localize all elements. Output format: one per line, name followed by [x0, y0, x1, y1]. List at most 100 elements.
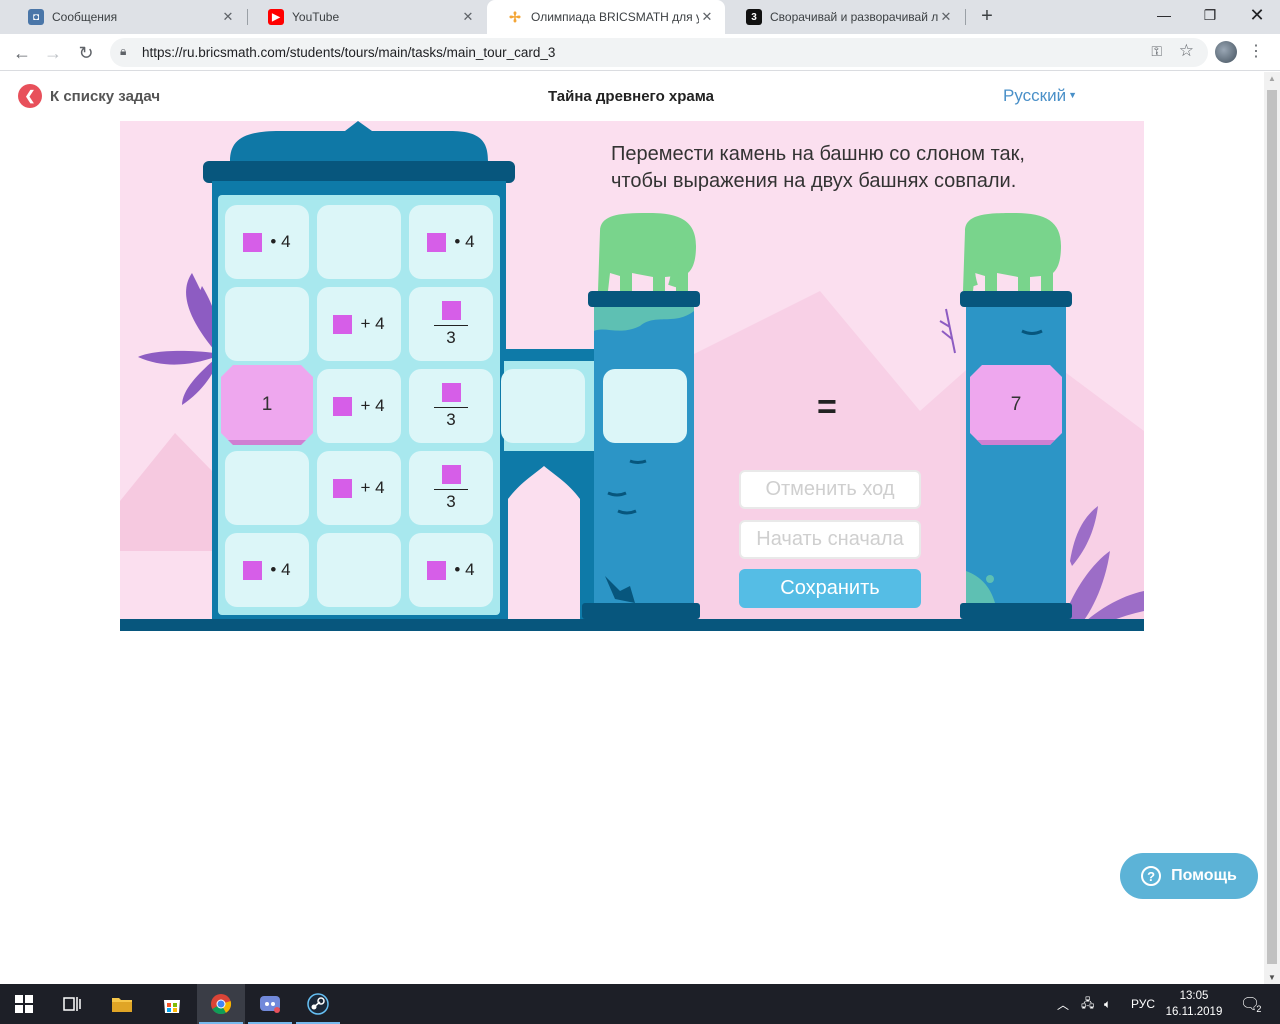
empty-cell[interactable] — [501, 369, 585, 443]
windows-logo — [15, 995, 33, 1013]
system-clock[interactable]: 13:05 16.11.2019 — [1162, 988, 1226, 1020]
variable-square-icon — [243, 560, 263, 580]
task-view-icon[interactable] — [48, 984, 96, 1024]
tab-separator — [965, 9, 966, 25]
close-icon[interactable]: ✕ — [220, 9, 236, 25]
scroll-down-icon[interactable]: ▼ — [1264, 973, 1280, 982]
close-window-button[interactable]: ✕ — [1234, 0, 1280, 30]
tray-chevron-up-icon[interactable]: ︿ — [1057, 984, 1069, 1024]
empty-cell[interactable] — [225, 287, 309, 361]
fraction-cell[interactable]: 3 — [409, 451, 493, 525]
star-icon[interactable]: ☆ — [1179, 41, 1194, 61]
discord-shape — [260, 996, 280, 1013]
tab-title: YouTube — [292, 10, 340, 24]
address-bar[interactable]: 🔒︎ https://ru.bricsmath.com/students/tou… — [110, 38, 1208, 67]
variable-square-icon — [333, 478, 353, 498]
tab-youtube[interactable]: ▶ YouTube ✕ — [248, 0, 486, 34]
variable-square-icon — [427, 232, 447, 252]
fraction-bar — [434, 488, 468, 491]
restore-button[interactable]: ❐ — [1187, 0, 1233, 30]
back-to-tasks-link[interactable]: ❮ К списку задач — [18, 84, 160, 108]
youtube-icon: ▶ — [268, 9, 284, 25]
fraction-denominator: 3 — [446, 410, 456, 430]
scrollbar-thumb[interactable] — [1267, 90, 1277, 964]
undo-button[interactable]: Отменить ход — [739, 470, 921, 509]
expression-cell[interactable]: • 4 — [225, 205, 309, 279]
network-icon[interactable]: 🖧︎ — [1081, 984, 1094, 1024]
tab-title: Сворачивай и разворачивай ли — [770, 10, 938, 24]
puzzle-scene: Перемести камень на башню со слоном так,… — [120, 121, 1144, 631]
folder-shape — [112, 998, 132, 1012]
microsoft-store-icon[interactable] — [148, 984, 196, 1024]
close-icon[interactable]: ✕ — [460, 9, 476, 25]
fraction-denominator: 3 — [446, 492, 456, 512]
cell-text: + 4 — [360, 314, 385, 333]
chrome-taskbar-icon[interactable] — [197, 984, 245, 1024]
fraction-cell[interactable]: 3 — [409, 287, 493, 361]
discord-icon[interactable] — [246, 984, 294, 1024]
tab-article[interactable]: 3 Сворачивай и разворачивай ли ✕ — [726, 0, 964, 34]
close-icon[interactable]: ✕ — [699, 9, 715, 25]
empty-cell[interactable] — [317, 205, 401, 279]
windows-taskbar: ︿ 🖧︎ 🔈︎ РУС 13:05 16.11.2019 🗨︎ 2 — [0, 984, 1280, 1024]
variable-square-icon — [441, 300, 461, 320]
tab-messages[interactable]: ◘ Сообщения ✕ — [8, 0, 246, 34]
file-explorer-icon[interactable] — [98, 984, 146, 1024]
new-tab-button[interactable]: + — [976, 5, 998, 27]
expression-cell[interactable]: • 4 — [225, 533, 309, 607]
empty-cell[interactable] — [317, 533, 401, 607]
expression-cell[interactable]: • 4 — [409, 205, 493, 279]
task-view-shape — [63, 997, 81, 1011]
steam-icon[interactable] — [294, 984, 342, 1024]
scroll-up-icon[interactable]: ▲ — [1264, 74, 1280, 83]
back-arrow-icon[interactable]: ← — [9, 40, 35, 66]
store-bag-shape — [164, 1000, 180, 1013]
expression-cell[interactable]: • 4 — [409, 533, 493, 607]
fraction-denominator: 3 — [446, 328, 456, 348]
chevron-left-icon: ❮ — [18, 84, 42, 108]
browser-tab-strip: ◘ Сообщения ✕ ▶ YouTube ✕ ✢ Олимпиада BR… — [0, 0, 1280, 34]
clock-time: 13:05 — [1179, 990, 1209, 1002]
fraction-cell[interactable]: 3 — [409, 369, 493, 443]
cell-text: • 4 — [270, 232, 291, 251]
fraction-bar — [434, 324, 468, 327]
cell-text: + 4 — [360, 478, 385, 497]
url-text: https://ru.bricsmath.com/students/tours/… — [142, 45, 556, 60]
volume-icon[interactable]: 🔈︎ — [1104, 984, 1111, 1024]
expression-cell[interactable]: + 4 — [317, 369, 401, 443]
reload-icon[interactable]: ↻ — [73, 40, 99, 66]
stone-value: 7 — [1010, 394, 1022, 415]
empty-cell[interactable] — [225, 451, 309, 525]
variable-square-icon — [333, 396, 353, 416]
language-dropdown[interactable]: Русский ▼ — [1003, 86, 1077, 106]
windows-start-icon[interactable] — [0, 984, 48, 1024]
profile-avatar[interactable] — [1215, 41, 1237, 63]
tab-bricsmath[interactable]: ✢ Олимпиада BRICSMATH для уче ✕ — [487, 0, 725, 34]
fraction-bar — [434, 406, 468, 409]
back-label: К списку задач — [50, 87, 161, 105]
tower-empty-cell[interactable] — [603, 369, 687, 443]
palm-leaves-left — [138, 273, 220, 405]
close-icon[interactable]: ✕ — [938, 9, 954, 25]
help-button[interactable]: ? Помощь — [1120, 853, 1258, 899]
key-icon[interactable]: ⚿ — [1151, 43, 1162, 60]
notifications-icon[interactable]: 🗨︎ 2 — [1240, 984, 1261, 1024]
task-instruction: Перемести камень на башню со слоном так,… — [611, 143, 1025, 192]
steam-shape — [307, 993, 329, 1015]
question-icon: ? — [1141, 866, 1162, 886]
input-language[interactable]: РУС — [1131, 984, 1155, 1024]
stone-value: 1 — [261, 394, 273, 415]
expression-cell[interactable]: + 4 — [317, 451, 401, 525]
expression-cell[interactable]: + 4 — [317, 287, 401, 361]
movable-stone[interactable]: 1 — [221, 365, 313, 445]
page-scrollbar[interactable]: ▲ ▼ — [1264, 72, 1280, 984]
cell-text: • 4 — [270, 560, 291, 579]
restart-button[interactable]: Начать сначала — [739, 520, 921, 559]
forward-arrow-icon[interactable]: → — [40, 40, 66, 66]
menu-dots-icon[interactable]: ⋮ — [1248, 41, 1264, 63]
save-button[interactable]: Сохранить — [739, 569, 921, 608]
equals-sign: = — [817, 388, 837, 426]
variable-square-icon — [441, 382, 461, 402]
tab-title: Олимпиада BRICSMATH для уче — [531, 10, 699, 24]
minimize-button[interactable]: — — [1141, 0, 1187, 30]
